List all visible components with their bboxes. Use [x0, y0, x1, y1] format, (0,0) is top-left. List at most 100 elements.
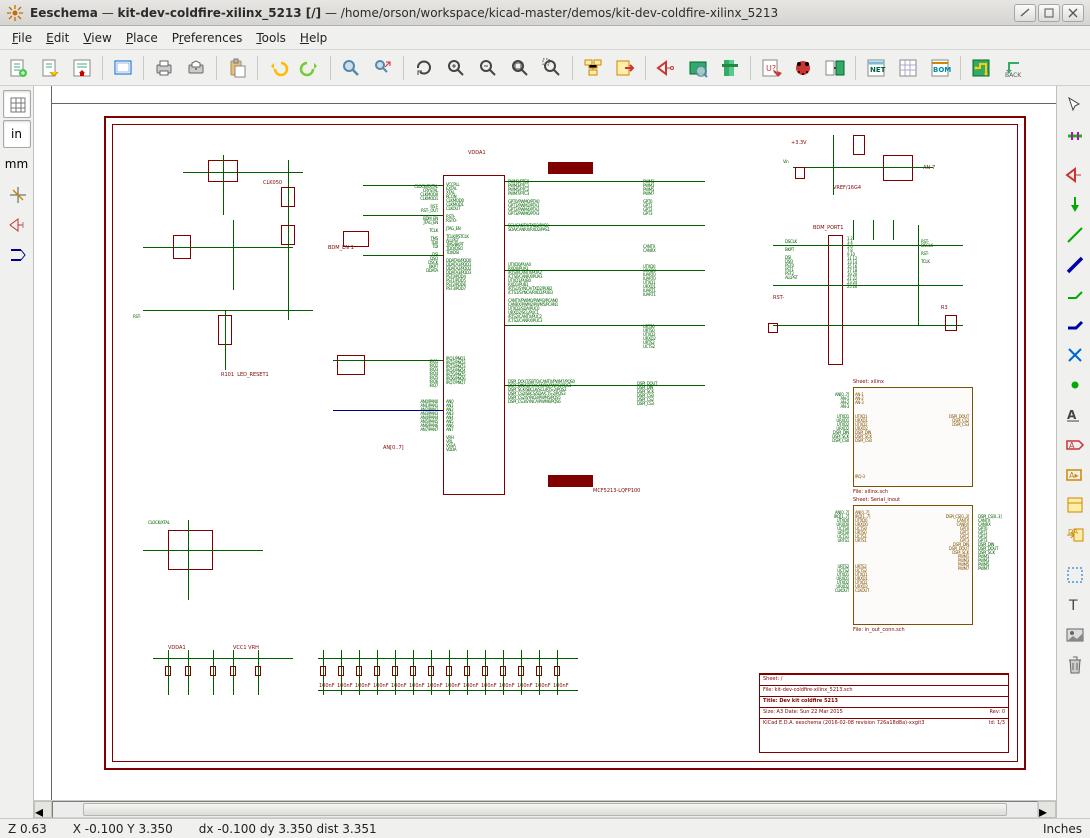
- zoom-out-button[interactable]: [474, 54, 502, 82]
- erc-button[interactable]: [789, 54, 817, 82]
- menu-edit[interactable]: Edit: [40, 29, 75, 47]
- units-inches-label: in: [11, 127, 22, 141]
- zoom-fit-button[interactable]: [506, 54, 534, 82]
- netlist-icon: NET: [865, 57, 887, 79]
- svg-text:A: A: [1067, 408, 1077, 422]
- undo-button[interactable]: [264, 54, 292, 82]
- dashed-line-button[interactable]: [1060, 560, 1088, 588]
- menu-tools[interactable]: Tools: [250, 29, 292, 47]
- cvpcb-button[interactable]: [821, 54, 849, 82]
- sheet-inner-border: CLK050 RST- R101 LED_RESET1: [112, 124, 1018, 762]
- svg-text:DA: DA: [1068, 528, 1078, 536]
- place-power-icon: [1064, 194, 1084, 214]
- open-schematic-icon: [39, 57, 61, 79]
- menu-place[interactable]: Place: [120, 29, 164, 47]
- dashed-line-icon: [1064, 564, 1084, 584]
- bus-direction-icon: [7, 244, 27, 264]
- no-connect-button[interactable]: [1060, 340, 1088, 368]
- find-replace-button[interactable]: [369, 54, 397, 82]
- leave-sheet-icon: [614, 57, 636, 79]
- undo-icon: [267, 57, 289, 79]
- netlist-button[interactable]: NET: [862, 54, 890, 82]
- units-inches-button[interactable]: in: [3, 120, 31, 148]
- leave-sheet-button[interactable]: [611, 54, 639, 82]
- grid-toggle-button[interactable]: [3, 90, 31, 118]
- window-title: Eeschema — kit-dev-coldfire-xilinx_5213 …: [30, 6, 1014, 20]
- global-label-button[interactable]: A: [1060, 430, 1088, 458]
- statusbar: Z 0.63 X -0.100 Y 3.350 dx -0.100 dy 3.3…: [0, 818, 1090, 838]
- delete-icon: [1064, 654, 1084, 674]
- schematic-canvas[interactable]: CLK050 RST- R101 LED_RESET1: [34, 86, 1056, 800]
- cursor-shape-button[interactable]: [3, 180, 31, 208]
- delete-button[interactable]: [1060, 650, 1088, 678]
- menu-view[interactable]: View: [77, 29, 117, 47]
- pcb-icon: [970, 57, 992, 79]
- symbol-fields-button[interactable]: [894, 54, 922, 82]
- print-icon: [153, 57, 175, 79]
- place-wire-button[interactable]: [1060, 220, 1088, 248]
- units-mm-button[interactable]: mm: [3, 150, 31, 178]
- place-bus-icon: [1064, 254, 1084, 274]
- open-schematic-button[interactable]: [36, 54, 64, 82]
- text-icon: T: [1064, 594, 1084, 614]
- library-browser-icon: [719, 57, 741, 79]
- place-symbol-button[interactable]: [1060, 160, 1088, 188]
- library-browser-button[interactable]: [716, 54, 744, 82]
- bus-bus-entry-button[interactable]: [1060, 310, 1088, 338]
- import-sheet-pin-button[interactable]: DA: [1060, 520, 1088, 548]
- back-annotate-button[interactable]: BACK: [999, 54, 1027, 82]
- place-power-button[interactable]: [1060, 190, 1088, 218]
- zoom-selection-button[interactable]: [538, 54, 566, 82]
- redo-button[interactable]: [296, 54, 324, 82]
- bus-direction-button[interactable]: [3, 240, 31, 268]
- scroll-left-button[interactable]: ◂: [34, 801, 52, 818]
- close-button[interactable]: [1062, 4, 1084, 22]
- page-settings-button[interactable]: [109, 54, 137, 82]
- hier-label-button[interactable]: A▸: [1060, 460, 1088, 488]
- hidden-pins-button[interactable]: [3, 210, 31, 238]
- zoom-in-button[interactable]: [442, 54, 470, 82]
- bus-entry-button[interactable]: [1060, 280, 1088, 308]
- hierarchy-nav-button[interactable]: [579, 54, 607, 82]
- minimize-button[interactable]: [1014, 4, 1036, 22]
- pcb-button[interactable]: [967, 54, 995, 82]
- menu-help[interactable]: Help: [294, 29, 333, 47]
- place-component-button[interactable]: [652, 54, 680, 82]
- hier-sheet-icon: [1064, 494, 1084, 514]
- svg-text:T: T: [1068, 598, 1078, 614]
- junction-button[interactable]: [1060, 370, 1088, 398]
- hier-label-icon: A▸: [1064, 464, 1084, 484]
- annotate-button[interactable]: U?: [757, 54, 785, 82]
- menu-preferences[interactable]: Preferences: [166, 29, 249, 47]
- highlight-net-button[interactable]: [1060, 120, 1088, 148]
- refresh-button[interactable]: [410, 54, 438, 82]
- place-bus-button[interactable]: [1060, 250, 1088, 278]
- svg-text:BOM: BOM: [933, 66, 951, 74]
- ruler-x: [34, 86, 1056, 104]
- footprint-viewer-button[interactable]: [684, 54, 712, 82]
- find-button[interactable]: [337, 54, 365, 82]
- scroll-thumb[interactable]: [83, 803, 1008, 816]
- symbol-fields-icon: [897, 57, 919, 79]
- local-label-button[interactable]: A: [1060, 400, 1088, 428]
- right-toolbar: AA A▸ DA T: [1056, 86, 1090, 818]
- status-xy: X -0.100 Y 3.350: [73, 822, 173, 836]
- bus-bus-entry-icon: [1064, 314, 1084, 334]
- cursor-shape-icon: [7, 184, 27, 204]
- paste-button[interactable]: [223, 54, 251, 82]
- plot-button[interactable]: [182, 54, 210, 82]
- select-button[interactable]: [1060, 90, 1088, 118]
- new-schematic-button[interactable]: [4, 54, 32, 82]
- place-wire-icon: [1064, 224, 1084, 244]
- hier-sheet-button[interactable]: [1060, 490, 1088, 518]
- maximize-button[interactable]: [1038, 4, 1060, 22]
- print-button[interactable]: [150, 54, 178, 82]
- menu-file[interactable]: File: [6, 29, 38, 47]
- image-button[interactable]: [1060, 620, 1088, 648]
- text-button[interactable]: T: [1060, 590, 1088, 618]
- refresh-icon: [413, 57, 435, 79]
- bom-button[interactable]: BOM: [926, 54, 954, 82]
- horizontal-scrollbar[interactable]: ◂ ▸: [34, 800, 1056, 818]
- save-schematic-button[interactable]: [68, 54, 96, 82]
- scroll-right-button[interactable]: ▸: [1038, 801, 1056, 818]
